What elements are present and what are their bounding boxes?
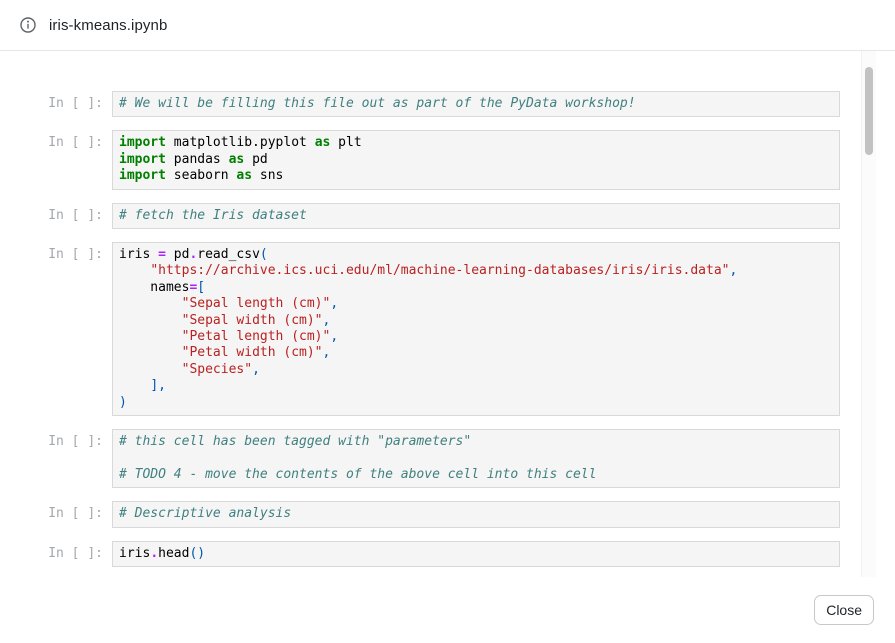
code-line: "Petal width (cm)", [119,345,833,361]
cell-code: # this cell has been tagged with "parame… [112,429,840,488]
code-line: "Sepal length (cm)", [119,296,833,312]
cell-prompt: In [ ]: [0,91,112,112]
code-line: "https://archive.ics.uci.edu/ml/machine-… [119,263,833,279]
notebook-cell-7: In [ ]: iris.head() [0,541,895,567]
dialog-footer: Close [0,577,895,643]
code-line: # fetch the Iris dataset [119,208,833,224]
info-icon [20,17,36,33]
notebook-cell-6: In [ ]: # Descriptive analysis [0,501,895,527]
notebook-preview-dialog: iris-kmeans.ipynb In [ ]: # We will be fi… [0,0,895,643]
cell-code: iris.head() [112,541,840,567]
code-line: import pandas as pd [119,152,833,168]
cell-prompt: In [ ]: [0,501,112,522]
code-line: import seaborn as sns [119,168,833,184]
code-line: iris = pd.read_csv( [119,247,833,263]
code-line: # TODO 4 - move the contents of the abov… [119,467,833,483]
code-line: names=[ [119,280,833,296]
cell-code: import matplotlib.pyplot as pltimport pa… [112,130,840,189]
cell-prompt: In [ ]: [0,130,112,151]
notebook-cell-3: In [ ]: # fetch the Iris dataset [0,203,895,229]
cell-code: # fetch the Iris dataset [112,203,840,229]
code-line: ], [119,378,833,394]
code-line: "Sepal width (cm)", [119,313,833,329]
notebook-cell-2: In [ ]:import matplotlib.pyplot as pltim… [0,130,895,189]
close-button[interactable]: Close [814,595,874,625]
code-line: import matplotlib.pyplot as plt [119,135,833,151]
notebook-scroll-area: In [ ]: # We will be filling this file ou… [0,51,895,577]
cell-prompt: In [ ]: [0,541,112,562]
cells-container: In [ ]: # We will be filling this file ou… [0,51,895,567]
cell-code: # We will be filling this file out as pa… [112,91,840,117]
dialog-title: iris-kmeans.ipynb [49,17,167,34]
dialog-header: iris-kmeans.ipynb [0,0,895,51]
cell-code: iris = pd.read_csv( "https://archive.ics… [112,242,840,416]
code-line: iris.head() [119,546,833,562]
code-line: # this cell has been tagged with "parame… [119,434,833,450]
notebook-cell-1: In [ ]: # We will be filling this file ou… [0,91,895,117]
cell-prompt: In [ ]: [0,242,112,263]
notebook-cell-5: In [ ]: # this cell has been tagged with … [0,429,895,488]
code-line: ) [119,395,833,411]
code-line: "Petal length (cm)", [119,329,833,345]
code-line [119,451,833,467]
code-line: # We will be filling this file out as pa… [119,96,833,112]
cell-prompt: In [ ]: [0,203,112,224]
scrollbar-track[interactable] [861,51,876,577]
scrollbar-thumb[interactable] [865,67,873,155]
code-line: "Species", [119,362,833,378]
cell-code: # Descriptive analysis [112,501,840,527]
code-line: # Descriptive analysis [119,506,833,522]
cell-prompt: In [ ]: [0,429,112,450]
notebook-cell-4: In [ ]:iris = pd.read_csv( "https://arch… [0,242,895,416]
